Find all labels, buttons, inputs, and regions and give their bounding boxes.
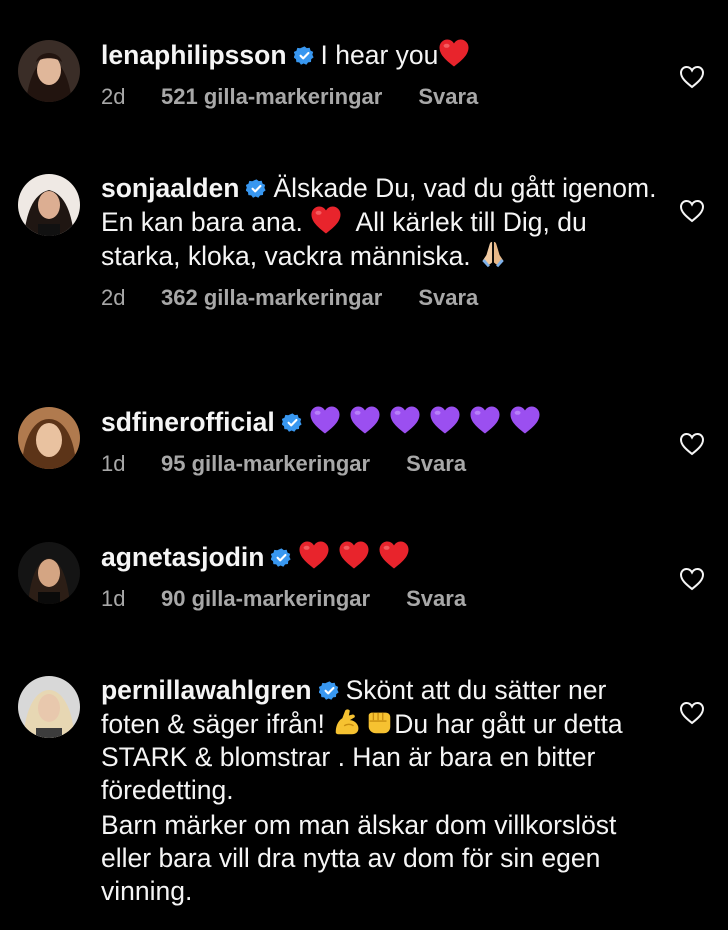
flexed-biceps-icon — [332, 707, 362, 737]
timestamp: 2d — [101, 285, 126, 310]
comment-text: I hear you — [320, 40, 439, 70]
purple-heart-icon — [349, 405, 381, 435]
username[interactable]: sdfinerofficial — [101, 407, 275, 437]
like-heart-icon[interactable] — [679, 65, 705, 89]
timestamp: 1d — [101, 451, 126, 476]
like-count[interactable]: 95 gilla-markeringar — [161, 451, 370, 477]
red-heart-icon — [338, 540, 370, 570]
purple-heart-icon — [429, 405, 461, 435]
comment-text: Barn märker om man älskar dom villkorslö… — [101, 810, 617, 906]
like-heart-icon[interactable] — [679, 432, 705, 456]
avatar[interactable] — [18, 676, 80, 738]
like-count[interactable]: 521 gilla-markeringar — [161, 84, 382, 110]
verified-badge-icon — [294, 45, 315, 66]
purple-heart-icon — [309, 405, 341, 435]
username[interactable]: agnetasjodin — [101, 542, 264, 572]
comment-list: lenaphilipsson I hear you 2d 521 gilla-ma… — [0, 0, 728, 930]
red-heart-icon — [438, 38, 470, 68]
red-heart-icon — [310, 205, 342, 235]
username[interactable]: lenaphilipsson — [101, 40, 287, 70]
verified-badge-icon — [271, 547, 292, 568]
verified-badge-icon — [246, 178, 267, 199]
red-heart-icon — [378, 540, 410, 570]
reply-button[interactable]: Svara — [406, 586, 466, 612]
timestamp: 2d — [101, 84, 126, 109]
reply-button[interactable]: Svara — [406, 451, 466, 477]
avatar[interactable] — [18, 542, 80, 604]
avatar[interactable] — [18, 174, 80, 236]
red-heart-icon — [298, 540, 330, 570]
reply-button[interactable]: Svara — [418, 84, 478, 110]
reply-button[interactable]: Svara — [418, 285, 478, 311]
like-heart-icon[interactable] — [679, 701, 705, 725]
oncoming-fist-icon — [364, 707, 394, 737]
username[interactable]: pernillawahlgren — [101, 675, 312, 705]
timestamp: 1d — [101, 586, 126, 611]
purple-heart-icon — [389, 405, 421, 435]
like-heart-icon[interactable] — [679, 567, 705, 591]
avatar[interactable] — [18, 407, 80, 469]
folded-hands-icon — [478, 239, 508, 269]
purple-heart-icon — [509, 405, 541, 435]
avatar[interactable] — [18, 40, 80, 102]
verified-badge-icon — [282, 412, 303, 433]
verified-badge-icon — [319, 680, 340, 701]
like-heart-icon[interactable] — [679, 199, 705, 223]
like-count[interactable]: 362 gilla-markeringar — [161, 285, 382, 311]
username[interactable]: sonjaalden — [101, 173, 239, 203]
purple-heart-icon — [469, 405, 501, 435]
like-count[interactable]: 90 gilla-markeringar — [161, 586, 370, 612]
